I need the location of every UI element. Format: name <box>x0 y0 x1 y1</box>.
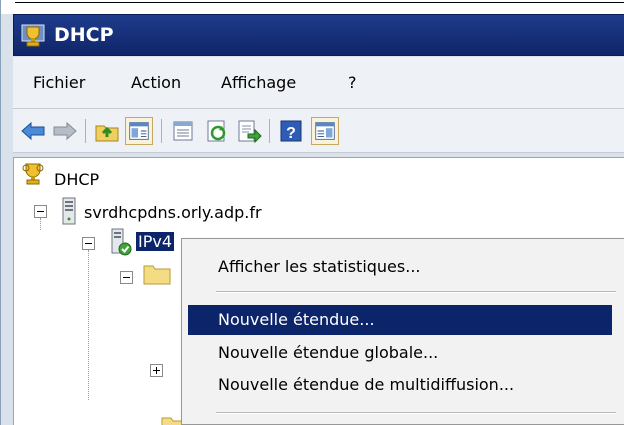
toolbar-separator <box>85 119 86 143</box>
tree-connector <box>40 218 41 230</box>
dhcp-trophy-icon <box>22 163 44 185</box>
forward-icon[interactable] <box>51 117 79 145</box>
menu-bar: Fichier Action Affichage ? <box>13 57 624 109</box>
mmc-window: DHCP Fichier Action Affichage ? ? DHCP s… <box>0 0 624 425</box>
menu-fichier[interactable]: Fichier <box>33 73 85 92</box>
back-icon[interactable] <box>19 117 47 145</box>
window-title: DHCP <box>54 24 114 46</box>
title-bar[interactable]: DHCP <box>13 14 624 56</box>
show-hide-console-tree-icon[interactable] <box>125 117 153 145</box>
menu-action[interactable]: Action <box>131 73 181 92</box>
menu-separator <box>216 291 616 293</box>
expand-icon[interactable] <box>150 364 163 377</box>
context-menu: Afficher les statistiques... Nouvelle ét… <box>181 238 624 425</box>
menu-separator <box>216 412 616 414</box>
show-hide-action-pane-icon[interactable] <box>311 117 339 145</box>
tree-ipv4-node-selected[interactable]: IPv4 <box>136 232 175 251</box>
top-strip <box>1 0 624 14</box>
menu-item-nouvelle-etendue-multidiffusion[interactable]: Nouvelle étendue de multidiffusion... <box>188 370 612 400</box>
menu-help[interactable]: ? <box>348 73 357 92</box>
toolbar-separator <box>269 119 270 143</box>
tree-connector <box>88 250 89 400</box>
menu-item-nouvelle-etendue[interactable]: Nouvelle étendue... <box>188 305 612 335</box>
svg-text:?: ? <box>286 125 296 142</box>
refresh-icon[interactable] <box>203 117 231 145</box>
collapse-icon[interactable] <box>34 205 47 218</box>
toolbar-separator <box>161 119 162 143</box>
up-folder-icon[interactable] <box>93 117 121 145</box>
collapse-icon[interactable] <box>82 237 95 250</box>
folder-icon <box>143 265 171 285</box>
tree-root-dhcp[interactable]: DHCP <box>54 170 99 189</box>
export-list-icon[interactable] <box>235 117 263 145</box>
tree-server-node[interactable]: svrdhcpdns.orly.adp.fr <box>84 203 262 222</box>
help-icon[interactable]: ? <box>277 117 305 145</box>
ipv4-server-icon <box>111 228 132 256</box>
menu-affichage[interactable]: Affichage <box>221 73 296 92</box>
server-icon <box>62 197 76 225</box>
dhcp-trophy-icon <box>21 24 45 47</box>
menu-item-afficher-statistiques[interactable]: Afficher les statistiques... <box>188 252 612 282</box>
properties-icon[interactable] <box>169 117 197 145</box>
menu-item-nouvelle-etendue-globale[interactable]: Nouvelle étendue globale... <box>188 338 612 368</box>
collapse-icon[interactable] <box>120 271 133 284</box>
toolbar: ? <box>13 109 624 153</box>
